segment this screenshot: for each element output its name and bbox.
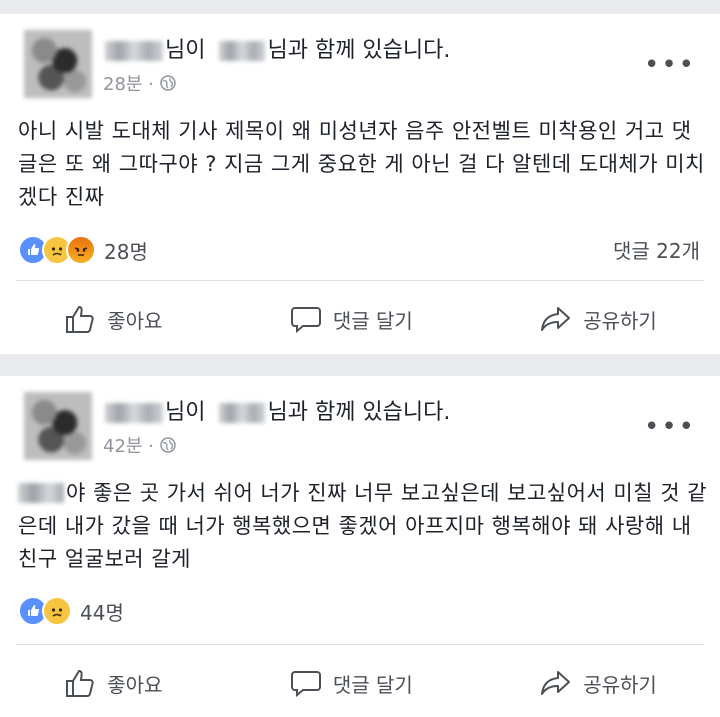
reaction-count: 44명 bbox=[80, 600, 124, 625]
reaction-summary[interactable]: 44명 bbox=[18, 596, 124, 626]
post-actions: 좋아요 댓글 달기 공유하기 bbox=[0, 666, 720, 700]
globe-icon bbox=[160, 437, 176, 453]
divider bbox=[16, 280, 704, 281]
like-button[interactable]: 좋아요 bbox=[63, 302, 162, 336]
avatar[interactable] bbox=[24, 30, 92, 98]
speech-bubble-icon bbox=[290, 671, 321, 698]
comment-button[interactable]: 댓글 달기 bbox=[289, 302, 413, 336]
post-time[interactable]: 42분 · bbox=[103, 432, 154, 458]
comment-button[interactable]: 댓글 달기 bbox=[289, 666, 413, 700]
header-text-2: 님과 함께 있습니다. bbox=[267, 400, 451, 425]
comment-label: 댓글 달기 bbox=[332, 672, 413, 697]
thumbs-up-icon bbox=[66, 305, 94, 333]
share-button[interactable]: 공유하기 bbox=[539, 666, 657, 700]
feed-background bbox=[0, 0, 720, 14]
blurred-tagged-name[interactable] bbox=[219, 403, 266, 423]
blurred-author-name[interactable] bbox=[105, 403, 163, 423]
like-button[interactable]: 좋아요 bbox=[63, 666, 162, 700]
more-horizontal-icon[interactable]: ••• bbox=[644, 50, 696, 80]
thumbs-up-icon bbox=[66, 669, 94, 697]
share-label: 공유하기 bbox=[583, 672, 657, 697]
like-label: 좋아요 bbox=[107, 672, 163, 697]
post-actions: 좋아요 댓글 달기 공유하기 bbox=[0, 302, 720, 336]
angry-reaction-icon bbox=[66, 235, 96, 265]
comment-count[interactable]: 댓글 22개 bbox=[613, 235, 700, 264]
blurred-author-name[interactable] bbox=[105, 41, 163, 61]
more-horizontal-icon[interactable]: ••• bbox=[644, 412, 696, 442]
blurred-tagged-name[interactable] bbox=[219, 41, 266, 61]
share-arrow-icon bbox=[541, 307, 571, 331]
post-time[interactable]: 28분 · bbox=[103, 70, 154, 96]
comment-label: 댓글 달기 bbox=[332, 308, 413, 333]
post-header: 님이 님과 함께 있습니다. bbox=[105, 36, 450, 66]
post-text: 야 좋은 곳 가서 쉬어 너가 진짜 너무 보고싶은데 보고싶어서 미칠 것 같… bbox=[18, 477, 708, 576]
post-text: 아니 시발 도대체 기사 제목이 왜 미성년자 음주 안전벨트 미착용인 거고 … bbox=[18, 119, 705, 209]
share-button[interactable]: 공유하기 bbox=[539, 302, 657, 336]
reaction-summary[interactable]: 28명 bbox=[18, 235, 148, 265]
avatar[interactable] bbox=[24, 392, 92, 460]
share-label: 공유하기 bbox=[583, 308, 657, 333]
post-meta: 28분 · bbox=[103, 70, 176, 96]
post-text-content: 야 좋은 곳 가서 쉬어 너가 진짜 너무 보고싶은데 보고싶어서 미칠 것 같… bbox=[18, 481, 708, 571]
share-arrow-icon bbox=[541, 671, 571, 695]
reaction-count: 28명 bbox=[104, 239, 148, 264]
post-card: 님이 님과 함께 있습니다. 28분 · ••• 아니 시발 도대체 기사 제목… bbox=[0, 14, 720, 354]
header-text-1: 님이 bbox=[165, 38, 206, 63]
blurred-friend-name bbox=[18, 483, 64, 503]
post-meta: 42분 · bbox=[103, 432, 176, 458]
divider bbox=[16, 644, 704, 645]
header-text-1: 님이 bbox=[165, 400, 206, 425]
globe-icon bbox=[160, 75, 176, 91]
sad-reaction-icon bbox=[42, 596, 72, 626]
post-card: 님이 님과 함께 있습니다. 42분 · ••• 야 좋은 곳 가서 쉬어 너가… bbox=[0, 376, 720, 717]
header-text-2: 님과 함께 있습니다. bbox=[267, 38, 451, 63]
post-header: 님이 님과 함께 있습니다. bbox=[105, 398, 450, 428]
speech-bubble-icon bbox=[290, 307, 321, 334]
like-label: 좋아요 bbox=[107, 308, 163, 333]
